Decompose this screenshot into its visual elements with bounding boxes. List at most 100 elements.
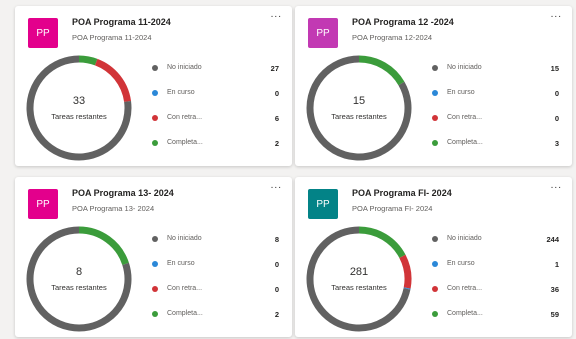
plan-title[interactable]: POA Programa FI- 2024 — [352, 188, 452, 198]
remaining-count: 15 — [352, 95, 366, 107]
plan-card[interactable]: PP POA Programa 13- 2024 POA Programa 13… — [15, 177, 292, 337]
legend-row-completed: Completa... 59 — [427, 309, 562, 334]
legend-row-in-progress: En curso 0 — [147, 259, 282, 284]
legend-row-not-started: No iniciado 8 — [147, 234, 282, 259]
remaining-count: 281 — [349, 266, 369, 278]
legend-label: Completa... — [447, 310, 483, 317]
legend-value: 8 — [274, 235, 279, 244]
remaining-label: Tareas restantes — [51, 283, 107, 292]
legend-row-late: Con retra... 36 — [427, 284, 562, 309]
remaining-label: Tareas restantes — [51, 112, 107, 121]
legend-label: En curso — [167, 260, 195, 267]
completed-dot-icon — [432, 311, 438, 317]
legend-value: 0 — [274, 89, 279, 98]
not-started-dot-icon — [152, 236, 158, 242]
plan-card[interactable]: PP POA Programa 11-2024 POA Programa 11-… — [15, 6, 292, 166]
plan-avatar: PP — [28, 18, 58, 48]
legend-row-completed: Completa... 3 — [427, 138, 562, 163]
plan-subtitle: POA Programa 13- 2024 — [72, 204, 155, 213]
late-dot-icon — [152, 115, 158, 121]
plan-avatar: PP — [308, 189, 338, 219]
in-progress-dot-icon — [152, 90, 158, 96]
legend-value: 6 — [274, 114, 279, 123]
legend-value: 2 — [274, 310, 279, 319]
legend-label: Completa... — [447, 139, 483, 146]
legend-value: 0 — [274, 260, 279, 269]
legend-row-late: Con retra... 0 — [147, 284, 282, 309]
remaining-label: Tareas restantes — [331, 112, 387, 121]
in-progress-dot-icon — [432, 261, 438, 267]
in-progress-dot-icon — [432, 90, 438, 96]
more-options-icon[interactable]: ... — [551, 10, 562, 20]
plan-avatar: PP — [308, 18, 338, 48]
legend-label: Completa... — [167, 310, 203, 317]
completed-dot-icon — [432, 140, 438, 146]
legend-row-in-progress: En curso 1 — [427, 259, 562, 284]
legend-row-late: Con retra... 6 — [147, 113, 282, 138]
plan-card[interactable]: PP POA Programa 12 -2024 POA Programa 12… — [295, 6, 572, 166]
more-options-icon[interactable]: ... — [271, 10, 282, 20]
late-dot-icon — [432, 115, 438, 121]
legend-value: 1 — [554, 260, 559, 269]
legend-label: No iniciado — [167, 64, 202, 71]
legend-row-not-started: No iniciado 244 — [427, 234, 562, 259]
legend-label: Con retra... — [447, 114, 483, 121]
donut-segment-completed — [78, 226, 129, 266]
remaining-count: 33 — [72, 95, 86, 107]
legend-row-in-progress: En curso 0 — [427, 88, 562, 113]
plan-subtitle: POA Programa 12-2024 — [352, 33, 433, 42]
task-donut-chart: 15 Tareas restantes — [305, 54, 413, 162]
legend-value: 3 — [554, 139, 559, 148]
legend-label: En curso — [447, 89, 475, 96]
legend-row-not-started: No iniciado 27 — [147, 63, 282, 88]
legend-value: 27 — [270, 64, 279, 73]
legend-row-completed: Completa... 2 — [147, 309, 282, 334]
late-dot-icon — [152, 286, 158, 292]
legend-row-late: Con retra... 0 — [427, 113, 562, 138]
plan-title[interactable]: POA Programa 13- 2024 — [72, 188, 174, 198]
status-legend: No iniciado 27 En curso 0 Con retra... 6… — [147, 63, 282, 163]
plan-title[interactable]: POA Programa 11-2024 — [72, 17, 171, 27]
plan-subtitle: POA Programa FI- 2024 — [352, 204, 433, 213]
legend-label: Con retra... — [167, 114, 203, 121]
not-started-dot-icon — [432, 236, 438, 242]
donut-segment-completed — [358, 226, 406, 259]
legend-value: 36 — [550, 285, 559, 294]
legend-label: En curso — [447, 260, 475, 267]
in-progress-dot-icon — [152, 261, 158, 267]
plan-card[interactable]: PP POA Programa FI- 2024 POA Programa FI… — [295, 177, 572, 337]
more-options-icon[interactable]: ... — [271, 181, 282, 191]
plan-title[interactable]: POA Programa 12 -2024 — [352, 17, 454, 27]
legend-label: No iniciado — [447, 235, 482, 242]
legend-value: 244 — [546, 235, 559, 244]
not-started-dot-icon — [432, 65, 438, 71]
completed-dot-icon — [152, 311, 158, 317]
completed-dot-icon — [152, 140, 158, 146]
plan-subtitle: POA Programa 11-2024 — [72, 33, 152, 42]
status-legend: No iniciado 8 En curso 0 Con retra... 0 … — [147, 234, 282, 334]
remaining-count: 8 — [75, 266, 83, 278]
legend-label: No iniciado — [447, 64, 482, 71]
late-dot-icon — [432, 286, 438, 292]
legend-value: 59 — [550, 310, 559, 319]
status-legend: No iniciado 244 En curso 1 Con retra... … — [427, 234, 562, 334]
legend-label: Completa... — [167, 139, 203, 146]
legend-value: 2 — [274, 139, 279, 148]
legend-value: 15 — [550, 64, 559, 73]
donut-segment-completed — [78, 55, 98, 66]
status-legend: No iniciado 15 En curso 0 Con retra... 0… — [427, 63, 562, 163]
legend-value: 0 — [554, 89, 559, 98]
task-donut-chart: 33 Tareas restantes — [25, 54, 133, 162]
legend-row-in-progress: En curso 0 — [147, 88, 282, 113]
legend-label: Con retra... — [447, 285, 483, 292]
task-donut-chart: 8 Tareas restantes — [25, 225, 133, 333]
legend-label: En curso — [167, 89, 195, 96]
legend-label: No iniciado — [167, 235, 202, 242]
donut-segment-completed — [358, 55, 405, 86]
legend-label: Con retra... — [167, 285, 203, 292]
legend-row-not-started: No iniciado 15 — [427, 63, 562, 88]
more-options-icon[interactable]: ... — [551, 181, 562, 191]
remaining-label: Tareas restantes — [331, 283, 387, 292]
legend-row-completed: Completa... 2 — [147, 138, 282, 163]
not-started-dot-icon — [152, 65, 158, 71]
